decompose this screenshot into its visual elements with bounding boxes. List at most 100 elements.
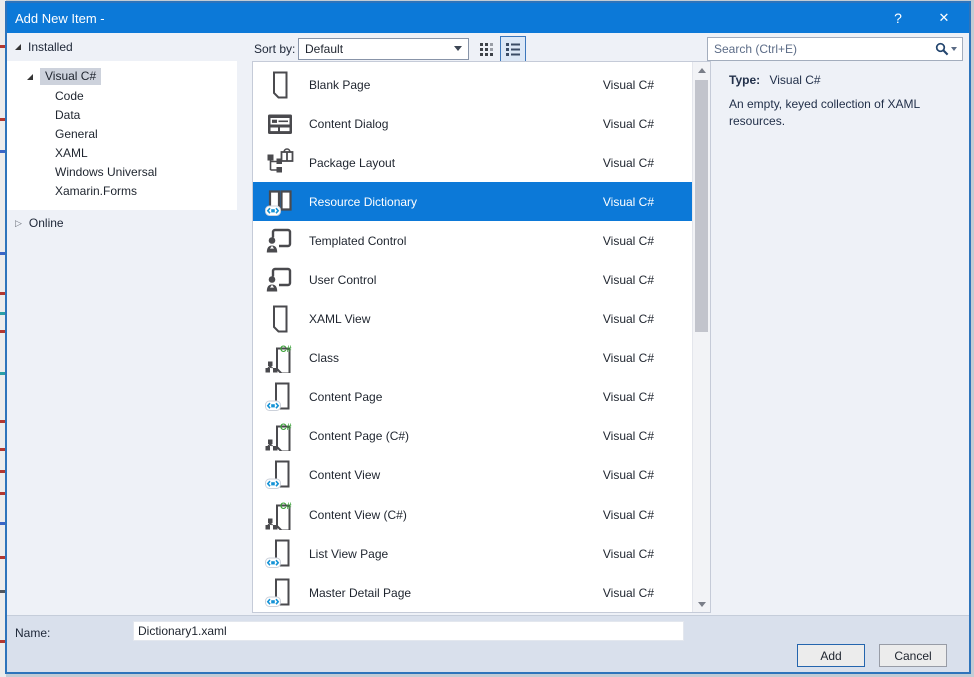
tree-node-data[interactable]: Data	[7, 105, 237, 124]
package-layout-icon	[265, 148, 295, 178]
template-name: Content Dialog	[309, 117, 603, 131]
template-language: Visual C#	[603, 78, 654, 92]
template-list-item[interactable]: C# ClassVisual C#	[253, 339, 692, 378]
search-input[interactable]	[708, 39, 935, 59]
online-group-header[interactable]: ▷ Online	[15, 216, 64, 230]
tree-node-label: Windows Universal	[7, 165, 157, 179]
list-view-icon	[504, 40, 522, 58]
tree-node-visual-csharp[interactable]: Visual C#	[7, 67, 237, 86]
expanded-triangle-icon	[15, 44, 21, 50]
template-type-row: Type: Visual C#	[729, 73, 821, 87]
cancel-button[interactable]: Cancel	[879, 644, 947, 667]
triangle-up-icon	[698, 68, 706, 73]
tree-node-label: Data	[7, 108, 80, 122]
help-icon[interactable]: ?	[877, 3, 919, 33]
tree-node-xaml[interactable]: XAML	[7, 143, 237, 162]
page-icon	[265, 70, 295, 100]
tree-node-code[interactable]: Code	[7, 86, 237, 105]
expanded-triangle-icon	[27, 74, 33, 80]
type-label: Type:	[729, 73, 760, 87]
search-button[interactable]	[935, 42, 962, 56]
add-new-item-dialog: Add New Item - ? ✕ Installed Sort by: De…	[5, 1, 971, 674]
list-view-button[interactable]	[500, 36, 526, 62]
add-button[interactable]: Add	[797, 644, 865, 667]
template-list-item[interactable]: Content PageVisual C#	[253, 378, 692, 417]
template-list-item[interactable]: Content DialogVisual C#	[253, 104, 692, 143]
template-list-item[interactable]: Templated ControlVisual C#	[253, 221, 692, 260]
template-list: Blank PageVisual C# Content DialogVisual…	[253, 62, 692, 612]
template-language: Visual C#	[603, 351, 654, 365]
template-list-item[interactable]: XAML ViewVisual C#	[253, 300, 692, 339]
scroll-down-button[interactable]	[693, 596, 710, 612]
sort-by-value: Default	[305, 42, 343, 56]
template-name: User Control	[309, 273, 603, 287]
template-language: Visual C#	[603, 273, 654, 287]
template-list-item[interactable]: List View PageVisual C#	[253, 534, 692, 573]
tree-node-label: Xamarin.Forms	[7, 184, 137, 198]
tree-node-label: General	[7, 127, 98, 141]
name-input[interactable]	[133, 621, 684, 641]
template-list-item[interactable]: Package LayoutVisual C#	[253, 143, 692, 182]
search-box	[707, 37, 963, 61]
installed-label: Installed	[28, 40, 73, 54]
template-list-item[interactable]: C# Content View (C#)Visual C#	[253, 495, 692, 534]
page-xaml-icon	[265, 382, 295, 412]
triangle-down-icon	[698, 602, 706, 607]
template-name: Class	[309, 351, 603, 365]
template-language: Visual C#	[603, 390, 654, 404]
templated-control-icon	[265, 226, 295, 256]
tree-node-label: Code	[7, 89, 84, 103]
template-language: Visual C#	[603, 547, 654, 561]
template-language: Visual C#	[603, 117, 654, 131]
dialog-title: Add New Item -	[15, 11, 105, 26]
template-name: Content View (C#)	[309, 508, 603, 522]
template-language: Visual C#	[603, 156, 654, 170]
class-cs-icon: C#	[265, 343, 295, 373]
template-list-item[interactable]: C# Content Page (C#)Visual C#	[253, 417, 692, 456]
search-icon	[935, 42, 949, 56]
tree-node-xamarin-forms[interactable]: Xamarin.Forms	[7, 181, 237, 200]
template-language: Visual C#	[603, 586, 654, 600]
tree-node-windows-universal[interactable]: Windows Universal	[7, 162, 237, 181]
template-name: Content Page (C#)	[309, 429, 603, 443]
template-language: Visual C#	[603, 429, 654, 443]
template-language: Visual C#	[603, 195, 654, 209]
template-language: Visual C#	[603, 468, 654, 482]
svg-text:C#: C#	[280, 422, 292, 432]
medium-icons-view-button[interactable]	[477, 40, 497, 60]
template-language: Visual C#	[603, 234, 654, 248]
close-icon[interactable]: ✕	[923, 3, 965, 33]
template-name: List View Page	[309, 547, 603, 561]
tree-node-label: Visual C#	[40, 68, 101, 85]
installed-group-header[interactable]: Installed	[15, 40, 73, 54]
type-value: Visual C#	[769, 73, 820, 87]
titlebar[interactable]: Add New Item - ? ✕	[7, 3, 969, 33]
page-xaml-icon	[265, 539, 295, 569]
tree-children: Code Data General XAML Windows Universal Xama…	[7, 86, 237, 200]
vertical-scrollbar[interactable]	[692, 62, 710, 612]
template-description: An empty, keyed collection of XAML resou…	[729, 96, 967, 130]
svg-text:C#: C#	[280, 344, 292, 354]
resource-dictionary-icon	[265, 187, 295, 217]
template-list-item[interactable]: User ControlVisual C#	[253, 260, 692, 299]
template-name: Package Layout	[309, 156, 603, 170]
chevron-down-icon	[951, 47, 957, 51]
page-icon	[265, 304, 295, 334]
chevron-down-icon	[454, 46, 462, 51]
scrollbar-thumb[interactable]	[695, 80, 708, 332]
scroll-up-button[interactable]	[693, 62, 710, 78]
template-list-item[interactable]: Blank PageVisual C#	[253, 65, 692, 104]
collapsed-triangle-icon: ▷	[15, 219, 22, 228]
template-list-item[interactable]: Content ViewVisual C#	[253, 456, 692, 495]
template-list-item[interactable]: Master Detail PageVisual C#	[253, 573, 692, 612]
tree-node-label: XAML	[7, 146, 88, 160]
template-name: Content View	[309, 468, 603, 482]
user-control-icon	[265, 265, 295, 295]
sort-by-label: Sort by:	[254, 42, 295, 56]
online-label: Online	[29, 216, 64, 230]
svg-text:C#: C#	[280, 501, 292, 511]
sort-by-dropdown[interactable]: Default	[298, 38, 469, 60]
tree-node-general[interactable]: General	[7, 124, 237, 143]
template-language: Visual C#	[603, 312, 654, 326]
template-list-item[interactable]: Resource DictionaryVisual C#	[253, 182, 692, 221]
